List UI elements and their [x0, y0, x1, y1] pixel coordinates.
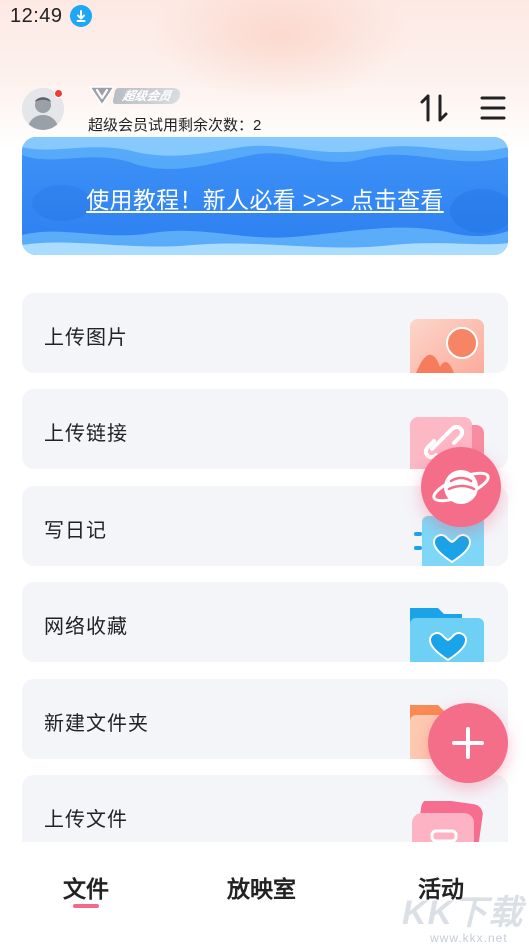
watermark-logo: KK下载	[402, 894, 524, 932]
banner-link-text[interactable]: 使用教程！新人必看 >>> 点击查看	[22, 181, 508, 215]
add-button[interactable]	[428, 703, 508, 783]
profile-header: 超级会员 超级会员试用剩余次数：2	[0, 80, 529, 136]
tab-screening-room[interactable]: 放映室	[227, 870, 296, 904]
action-label: 上传文件	[44, 809, 128, 831]
action-label: 上传链接	[44, 423, 128, 445]
image-upload-icon	[410, 319, 484, 373]
active-tab-indicator	[73, 904, 99, 908]
tab-files[interactable]: 文件	[63, 870, 109, 904]
action-label: 网络收藏	[44, 616, 128, 638]
action-label: 新建文件夹	[44, 713, 149, 735]
watermark: KK下载 www.kkx.net	[400, 885, 525, 945]
tutorial-banner[interactable]: 使用教程！新人必看 >>> 点击查看	[22, 137, 508, 255]
action-upload-file[interactable]: 上传文件	[22, 775, 508, 842]
hamburger-menu-icon[interactable]	[478, 93, 508, 123]
action-label: 写日记	[44, 520, 107, 542]
status-time: 12:49	[10, 4, 63, 27]
planet-icon	[432, 470, 490, 504]
file-upload-icon	[412, 801, 483, 842]
watermark-url: www.kkx.net	[430, 931, 508, 945]
vip-label: 超级会员	[112, 88, 182, 104]
action-web-favorites[interactable]: 网络收藏	[22, 582, 508, 662]
sort-updown-icon[interactable]	[418, 92, 450, 124]
notification-dot	[54, 89, 63, 98]
favorite-folder-icon	[410, 608, 484, 662]
vip-shield-icon	[89, 86, 115, 106]
vip-badge[interactable]: 超级会员	[88, 84, 182, 106]
status-bar: 12:49	[0, 0, 529, 32]
planet-button[interactable]	[421, 447, 501, 527]
plus-icon	[452, 727, 484, 759]
trial-count-text: 超级会员试用剩余次数：2	[88, 117, 262, 134]
download-badge-icon	[69, 5, 92, 27]
action-label: 上传图片	[44, 327, 128, 349]
action-upload-image[interactable]: 上传图片	[22, 293, 508, 373]
